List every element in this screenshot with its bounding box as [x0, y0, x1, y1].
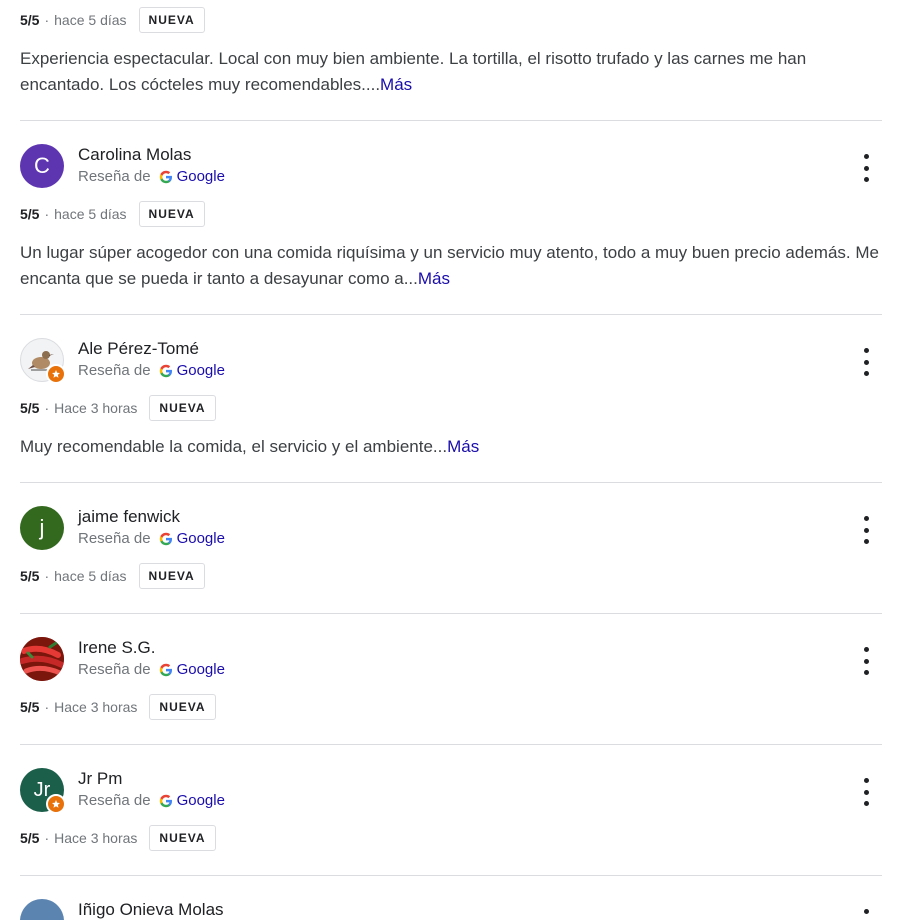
reviewer-name[interactable]: Jr Pm: [78, 769, 122, 789]
divider: [20, 314, 882, 315]
more-options-icon[interactable]: [856, 514, 876, 546]
rating-score: 5/5: [20, 699, 40, 715]
new-badge: NUEVA: [149, 395, 216, 421]
divider: [20, 875, 882, 876]
avatar[interactable]: j: [20, 506, 64, 550]
review-source: Reseña de Google: [78, 362, 225, 379]
more-options-icon[interactable]: [856, 645, 876, 677]
review-time: Hace 3 horas: [54, 699, 138, 715]
rating-score: 5/5: [20, 830, 40, 846]
reviewer-name[interactable]: Ale Pérez-Tomé: [78, 339, 199, 359]
review-time: hace 5 días: [54, 206, 127, 222]
source-prefix: Reseña de: [78, 792, 151, 809]
separator-dot: ·: [44, 206, 50, 222]
review-meta: 5/5 · hace 5 días NUEVA: [20, 201, 205, 227]
more-options-icon[interactable]: [856, 152, 876, 184]
new-badge: NUEVA: [138, 201, 205, 227]
review-meta: 5/5 · hace 5 días NUEVA: [20, 7, 205, 33]
avatar[interactable]: [20, 637, 64, 681]
reviews-feed: 5/5 · hace 5 días NUEVA Experiencia espe…: [0, 0, 920, 920]
source-link[interactable]: Google: [177, 168, 225, 185]
new-badge: NUEVA: [138, 563, 205, 589]
new-badge: NUEVA: [138, 7, 205, 33]
source-prefix: Reseña de: [78, 661, 151, 678]
review-source: Reseña de Google: [78, 792, 225, 809]
avatar-letter: C: [20, 144, 64, 188]
source-prefix: Reseña de: [78, 530, 151, 547]
review-source: Reseña de Google: [78, 168, 225, 185]
separator-dot: ·: [44, 568, 50, 584]
review-time: Hace 3 horas: [54, 400, 138, 416]
source-link[interactable]: Google: [177, 792, 225, 809]
review-text-body: Muy recomendable la comida, el servicio …: [20, 437, 448, 456]
more-link[interactable]: Más: [447, 437, 479, 456]
divider: [20, 120, 882, 121]
chili-photo-icon: [20, 637, 64, 681]
rating-score: 5/5: [20, 400, 40, 416]
reviewer-name[interactable]: Iñigo Onieva Molas: [78, 900, 224, 920]
photo-avatar-icon: [20, 899, 64, 920]
separator-dot: ·: [44, 12, 50, 28]
google-g-icon: [159, 663, 172, 676]
review-meta: 5/5 · hace 5 días NUEVA: [20, 563, 205, 589]
source-link[interactable]: Google: [177, 362, 225, 379]
review-text: Un lugar súper acogedor con una comida r…: [20, 240, 890, 292]
rating-score: 5/5: [20, 12, 40, 28]
source-link[interactable]: Google: [177, 661, 225, 678]
source-prefix: Reseña de: [78, 168, 151, 185]
review-time: hace 5 días: [54, 12, 127, 28]
rating-score: 5/5: [20, 568, 40, 584]
more-link[interactable]: Más: [418, 269, 450, 288]
reviewer-name[interactable]: Irene S.G.: [78, 638, 155, 658]
review-meta: 5/5 · Hace 3 horas NUEVA: [20, 694, 216, 720]
review-source: Reseña de Google: [78, 661, 225, 678]
new-badge: NUEVA: [149, 825, 216, 851]
review-meta: 5/5 · Hace 3 horas NUEVA: [20, 825, 216, 851]
avatar[interactable]: [20, 338, 66, 384]
review-time: Hace 3 horas: [54, 830, 138, 846]
avatar[interactable]: Jr: [20, 768, 66, 814]
review-source: Reseña de Google: [78, 530, 225, 547]
source-link[interactable]: Google: [177, 530, 225, 547]
separator-dot: ·: [44, 699, 50, 715]
divider: [20, 613, 882, 614]
review-text: Experiencia espectacular. Local con muy …: [20, 46, 890, 98]
separator-dot: ·: [44, 830, 50, 846]
google-g-icon: [159, 364, 172, 377]
more-link[interactable]: Más: [380, 75, 412, 94]
divider: [20, 482, 882, 483]
separator-dot: ·: [44, 400, 50, 416]
review-text-body: Experiencia espectacular. Local con muy …: [20, 49, 807, 94]
new-badge: NUEVA: [149, 694, 216, 720]
google-g-icon: [159, 532, 172, 545]
review-text: Muy recomendable la comida, el servicio …: [20, 434, 890, 460]
google-g-icon: [159, 794, 172, 807]
more-options-icon[interactable]: [856, 907, 876, 920]
reviewer-name[interactable]: jaime fenwick: [78, 507, 180, 527]
more-options-icon[interactable]: [856, 776, 876, 808]
source-prefix: Reseña de: [78, 362, 151, 379]
avatar-letter: j: [20, 506, 64, 550]
more-options-icon[interactable]: [856, 346, 876, 378]
local-guide-badge-icon: [46, 794, 66, 814]
chili-peppers-avatar-icon: [20, 637, 64, 681]
avatar[interactable]: C: [20, 144, 64, 188]
rating-score: 5/5: [20, 206, 40, 222]
google-g-icon: [159, 170, 172, 183]
divider: [20, 744, 882, 745]
reviewer-name[interactable]: Carolina Molas: [78, 145, 191, 165]
review-meta: 5/5 · Hace 3 horas NUEVA: [20, 395, 216, 421]
local-guide-badge-icon: [46, 364, 66, 384]
review-time: hace 5 días: [54, 568, 127, 584]
avatar[interactable]: [20, 899, 64, 920]
